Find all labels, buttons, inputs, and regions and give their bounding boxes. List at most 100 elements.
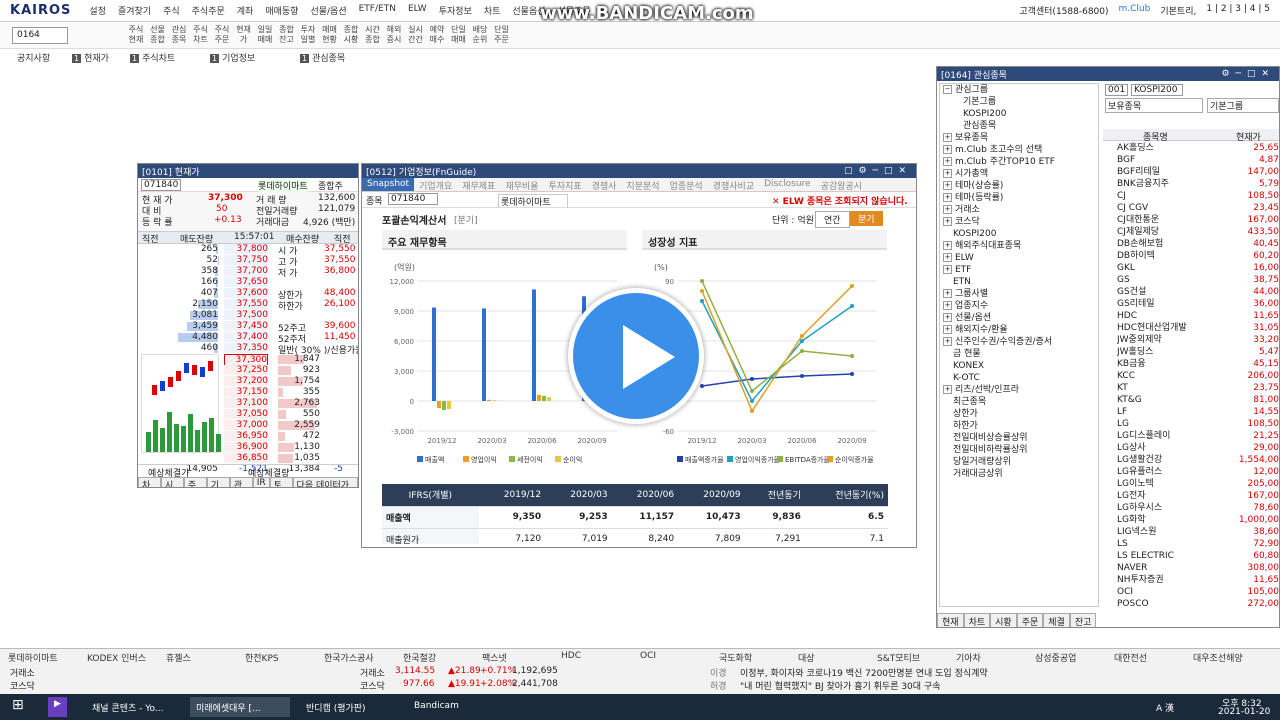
screen-tab[interactable]: 공지사항 bbox=[10, 51, 50, 64]
stock-row[interactable]: POSCO 272,00 bbox=[1117, 598, 1279, 610]
group-tree[interactable]: − 관심그룹 기본그룹 KOSPI200 관심종목 + 보유종목 + m.Club 초고수의 선… bbox=[939, 83, 1099, 607]
stock-row[interactable]: HDC현대산업개발 31,05 bbox=[1117, 322, 1279, 334]
fn-tab[interactable]: 공감왕공시 bbox=[816, 178, 867, 192]
tree-node[interactable]: 하한가 bbox=[940, 420, 1098, 432]
ticker-item[interactable]: 한국가스공사 bbox=[324, 651, 403, 664]
fn-tab[interactable]: 투자지표 bbox=[543, 178, 586, 192]
watchlist-bottom-tab[interactable]: 체결 bbox=[1043, 613, 1070, 627]
tree-node[interactable]: + 해외지수/환율 bbox=[940, 324, 1098, 336]
tree-node[interactable]: 상한가 bbox=[940, 408, 1098, 420]
tree-node[interactable]: 관심종목 bbox=[940, 120, 1098, 132]
toolbar-button[interactable]: 주식 현재 bbox=[126, 25, 146, 45]
toolbar-button[interactable]: 매매 현황 bbox=[320, 25, 340, 45]
ticker-item[interactable]: 팩스넷 bbox=[482, 651, 561, 664]
ask-price[interactable]: 37,700 bbox=[224, 266, 268, 276]
stock-row[interactable]: AK홀딩스 25,65 bbox=[1117, 142, 1279, 154]
tree-node[interactable]: + 리츠/선박/인프라 bbox=[940, 384, 1098, 396]
bid-price[interactable]: 37,150 bbox=[224, 387, 268, 397]
menu-item[interactable]: 주식주문 bbox=[186, 4, 231, 17]
watchlist-bottom-tab[interactable]: 시황 bbox=[990, 613, 1017, 627]
ask-price[interactable]: 37,450 bbox=[224, 321, 268, 331]
tree-node[interactable]: KOSPI200 bbox=[940, 108, 1098, 120]
ticker-item[interactable]: 삼성중공업 bbox=[1035, 651, 1114, 664]
fn-code-input[interactable]: 071840 bbox=[388, 193, 438, 205]
stock-row[interactable]: BGF 4,87 bbox=[1117, 154, 1279, 166]
stock-row[interactable]: CJ제일제당 433,50 bbox=[1117, 226, 1279, 238]
stock-row[interactable]: NAVER 308,00 bbox=[1117, 562, 1279, 574]
tree-node[interactable]: + ETF bbox=[940, 264, 1098, 276]
screen-tab[interactable]: 1 관심종목 bbox=[300, 51, 345, 64]
fn-tab[interactable]: 기업개요 bbox=[414, 178, 457, 192]
menu-item[interactable]: 계좌 bbox=[231, 4, 260, 17]
toolbar-button[interactable]: 단일 주문 bbox=[492, 25, 512, 45]
ask-price[interactable]: 37,350 bbox=[224, 343, 268, 353]
taskbar-app[interactable]: 반디캠 (평가판) bbox=[300, 697, 400, 717]
stock-row[interactable]: BNK금융지주 5,79 bbox=[1117, 178, 1279, 190]
tree-node[interactable]: + 그룹사별 bbox=[940, 288, 1098, 300]
stock-row[interactable]: HDC 11,65 bbox=[1117, 310, 1279, 322]
ticker-item[interactable]: S&T모티브 bbox=[877, 651, 956, 664]
fn-tab[interactable]: 지분분석 bbox=[621, 178, 664, 192]
fn-tab[interactable]: 경쟁사비교 bbox=[708, 178, 759, 192]
fn-tab[interactable]: 재무제표 bbox=[457, 178, 500, 192]
ask-price[interactable]: 37,550 bbox=[224, 299, 268, 309]
watchlist-bottom-tab[interactable]: 주문 bbox=[1016, 613, 1044, 627]
fn-tab[interactable]: 경쟁사 bbox=[587, 178, 622, 192]
news-2[interactable]: "내 머린 협력했지" BJ 찾아가 흉기 휘두른 30대 구속 bbox=[740, 679, 941, 692]
toolbar-button[interactable]: 종합 시황 bbox=[341, 25, 361, 45]
window-title-bar[interactable]: [0101] 현재가 bbox=[138, 164, 358, 178]
tree-node[interactable]: + m.Club 주간TOP10 ETF bbox=[940, 156, 1098, 168]
window-controls[interactable]: ▢⚙─□✕ bbox=[844, 166, 912, 176]
watchlist-bottom-tab[interactable]: 잔고 bbox=[1069, 613, 1097, 627]
stock-row[interactable]: LG화학 1,000,00 bbox=[1117, 514, 1279, 526]
taskbar-app[interactable]: Bandicam bbox=[408, 697, 508, 717]
stock-row[interactable]: DB손해보험 40,45 bbox=[1117, 238, 1279, 250]
stock-row[interactable]: LIG넥스원 38,60 bbox=[1117, 526, 1279, 538]
expand-icon[interactable]: + bbox=[943, 205, 952, 214]
menu-item[interactable]: 설정 bbox=[83, 4, 112, 17]
toolbar-button[interactable]: 주식 주문 bbox=[212, 25, 232, 45]
toolbar-button[interactable]: 일일 매매 bbox=[255, 25, 275, 45]
toolbar-button[interactable]: 선물 종합 bbox=[148, 25, 168, 45]
collapse-icon[interactable]: − bbox=[943, 85, 952, 94]
ticker-item[interactable]: 대우조선해양 bbox=[1193, 651, 1272, 664]
vs-icon[interactable]: ▶ bbox=[48, 697, 67, 717]
ticker-item[interactable]: HDC bbox=[561, 651, 640, 664]
menu-item[interactable]: 차트 bbox=[478, 4, 507, 17]
menu-item[interactable]: 선물/옵션 bbox=[304, 4, 352, 17]
tree-node[interactable]: + 해외주식대표종목 bbox=[940, 240, 1098, 252]
group-select[interactable]: KOSPI200 bbox=[1131, 84, 1183, 96]
tree-node[interactable]: 전일대비하락률상위 bbox=[940, 444, 1098, 456]
price-bottom-tab[interactable]: 시황 bbox=[160, 477, 184, 487]
menu-item[interactable]: 주식 bbox=[157, 4, 186, 17]
stock-row[interactable]: BGF리테일 147,00 bbox=[1117, 166, 1279, 178]
tree-node[interactable]: + 거래소 bbox=[940, 204, 1098, 216]
bid-price[interactable]: 37,050 bbox=[224, 409, 268, 419]
expand-icon[interactable]: + bbox=[943, 337, 952, 346]
stock-code-input[interactable]: 071840 bbox=[141, 179, 181, 191]
stock-row[interactable]: JW중외제약 33,20 bbox=[1117, 334, 1279, 346]
price-bottom-tab[interactable]: 주문 bbox=[183, 477, 207, 487]
tree-node[interactable]: 최근종목 bbox=[940, 396, 1098, 408]
expand-icon[interactable]: + bbox=[943, 133, 952, 142]
ticker-item[interactable]: 롯데하이마트 bbox=[8, 651, 87, 664]
stock-row[interactable]: DB하이텍 60,20 bbox=[1117, 250, 1279, 262]
price-bottom-tab[interactable]: 차트 bbox=[138, 477, 161, 487]
tree-node[interactable]: + 코스닥 bbox=[940, 216, 1098, 228]
annual-button[interactable]: 연간 bbox=[815, 211, 850, 228]
expand-icon[interactable]: + bbox=[943, 313, 952, 322]
customer-center-link[interactable]: 고객센터(1588-6800) bbox=[1019, 4, 1108, 17]
bid-price[interactable]: 36,850 bbox=[224, 453, 268, 463]
tree-node[interactable]: + 업종지수 bbox=[940, 300, 1098, 312]
screen-tab[interactable]: 1 현재가 bbox=[72, 51, 109, 64]
toolbar-button[interactable]: 배당 순위 bbox=[470, 25, 490, 45]
expand-icon[interactable]: + bbox=[943, 385, 952, 394]
ask-price[interactable]: 37,750 bbox=[224, 255, 268, 265]
window-title-bar[interactable]: [0512] 기업정보(FnGuide) ▢⚙─□✕ bbox=[362, 164, 916, 178]
tree-node[interactable]: KOSPI200 bbox=[940, 228, 1098, 240]
table-row[interactable]: 매출액 9,350 9,253 11,157 10,473 9,836 6.5 bbox=[382, 506, 888, 529]
bid-price[interactable]: 37,250 bbox=[224, 365, 268, 375]
fn-tab[interactable]: 재무비율 bbox=[500, 178, 543, 192]
stock-row[interactable]: KB금융 45,15 bbox=[1117, 358, 1279, 370]
expand-icon[interactable]: + bbox=[943, 301, 952, 310]
